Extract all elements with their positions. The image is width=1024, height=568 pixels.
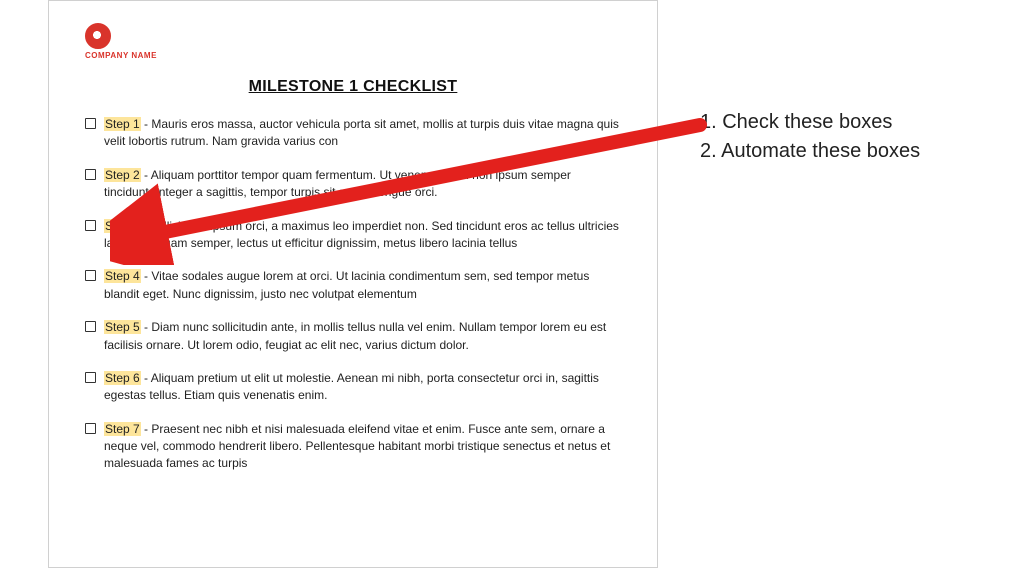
step-description: - Praesent nec nibh et nisi malesuada el… [104,422,610,471]
list-item: Step 4 - Vitae sodales augue lorem at or… [85,268,621,303]
step-text: Step 1 - Mauris eros massa, auctor vehic… [104,116,621,151]
step-text: Step 3 - sollicitudin ipsum orci, a maxi… [104,218,621,253]
step-6-checkbox[interactable] [85,372,96,383]
annotation-text: 1. Check these boxes 2. Automate these b… [700,108,920,166]
step-label: Step 3 [104,219,141,233]
step-label: Step 6 [104,371,141,385]
step-text: Step 5 - Diam nunc sollicitudin ante, in… [104,319,621,354]
step-label: Step 1 [104,117,141,131]
document-page: COMPANY NAME MILESTONE 1 CHECKLIST Step … [48,0,658,568]
list-item: Step 7 - Praesent nec nibh et nisi males… [85,421,621,473]
step-text: Step 2 - Aliquam porttitor tempor quam f… [104,167,621,202]
step-3-checkbox[interactable] [85,220,96,231]
step-label: Step 4 [104,269,141,283]
document-title: MILESTONE 1 CHECKLIST [85,78,621,96]
step-text: Step 6 - Aliquam pretium ut elit ut mole… [104,370,621,405]
step-7-checkbox[interactable] [85,423,96,434]
step-description: - Aliquam porttitor tempor quam fermentu… [104,168,571,199]
annotation-line-2: 2. Automate these boxes [700,137,920,166]
step-label: Step 7 [104,422,141,436]
step-text: Step 4 - Vitae sodales augue lorem at or… [104,268,621,303]
step-2-checkbox[interactable] [85,169,96,180]
step-label: Step 2 [104,168,141,182]
step-text: Step 7 - Praesent nec nibh et nisi males… [104,421,621,473]
list-item: Step 2 - Aliquam porttitor tempor quam f… [85,167,621,202]
step-5-checkbox[interactable] [85,321,96,332]
list-item: Step 1 - Mauris eros massa, auctor vehic… [85,116,621,151]
step-description: - Diam nunc sollicitudin ante, in mollis… [104,320,606,351]
annotation-line-1: 1. Check these boxes [700,108,920,137]
step-description: - Aliquam pretium ut elit ut molestie. A… [104,371,599,402]
step-description: - Mauris eros massa, auctor vehicula por… [104,117,619,148]
logo-area: COMPANY NAME [85,23,621,60]
list-item: Step 6 - Aliquam pretium ut elit ut mole… [85,370,621,405]
checklist: Step 1 - Mauris eros massa, auctor vehic… [85,116,621,473]
list-item: Step 5 - Diam nunc sollicitudin ante, in… [85,319,621,354]
list-item: Step 3 - sollicitudin ipsum orci, a maxi… [85,218,621,253]
step-1-checkbox[interactable] [85,118,96,129]
step-description: - Vitae sodales augue lorem at orci. Ut … [104,269,589,300]
company-logo-icon [85,23,111,49]
step-description: - sollicitudin ipsum orci, a maximus leo… [104,219,619,250]
step-4-checkbox[interactable] [85,270,96,281]
step-label: Step 5 [104,320,141,334]
company-name-label: COMPANY NAME [85,51,157,60]
